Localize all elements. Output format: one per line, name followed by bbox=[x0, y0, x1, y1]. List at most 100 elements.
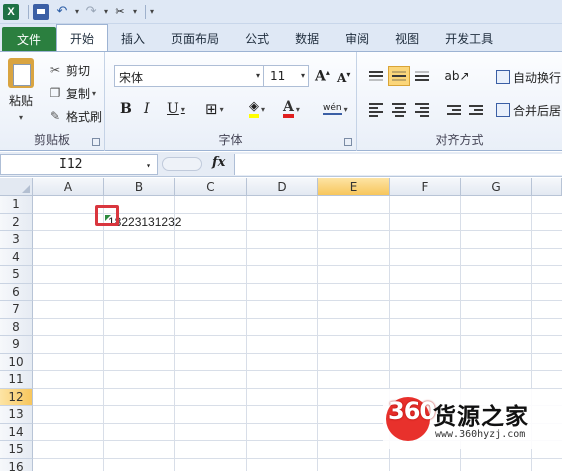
dialog-launcher-icon[interactable] bbox=[92, 138, 100, 146]
chevron-down-icon[interactable]: ▾ bbox=[92, 89, 96, 98]
chevron-down-icon[interactable]: ▾ bbox=[256, 71, 260, 80]
gridline bbox=[33, 247, 562, 249]
row-header-16[interactable]: 16 bbox=[0, 458, 33, 471]
borders-button[interactable]: ⊞ ▾ bbox=[205, 99, 224, 119]
align-top-button[interactable] bbox=[365, 66, 387, 86]
customize-icon[interactable]: ▾ bbox=[150, 7, 154, 16]
gridline bbox=[33, 457, 562, 459]
italic-button[interactable]: I bbox=[144, 99, 150, 119]
quick-access-toolbar: X ↶ ▾ ↷ ▾ ✂ ▾ ▾ bbox=[0, 0, 562, 24]
insert-function-icon[interactable]: fx bbox=[212, 155, 225, 170]
merge-center-button[interactable]: 合并后居 bbox=[496, 100, 561, 120]
tab-developer[interactable]: 开发工具 bbox=[432, 26, 506, 51]
copy-button[interactable]: ❐ 复制 ▾ bbox=[48, 83, 96, 103]
phonetic-button[interactable]: wén ▾ bbox=[323, 99, 348, 119]
watermark-name: 货源之家 bbox=[433, 404, 529, 430]
chevron-down-icon[interactable]: ▾ bbox=[146, 161, 151, 170]
alignment-group: ab↗ 自动换行 合并后居 对齐方式 bbox=[357, 52, 562, 151]
fill-color-button[interactable]: ◈ ▾ bbox=[249, 99, 265, 119]
wrap-text-button[interactable]: 自动换行 bbox=[496, 67, 561, 87]
undo-dropdown-icon[interactable]: ▾ bbox=[75, 7, 79, 16]
name-box[interactable]: I12 ▾ bbox=[0, 154, 158, 175]
tab-data[interactable]: 数据 bbox=[282, 26, 332, 51]
chevron-down-icon[interactable]: ▾ bbox=[220, 105, 224, 114]
increase-indent-button[interactable] bbox=[465, 100, 487, 120]
row-header-11[interactable]: 11 bbox=[0, 371, 33, 389]
row-header-14[interactable]: 14 bbox=[0, 423, 33, 441]
tab-page-layout[interactable]: 页面布局 bbox=[158, 26, 232, 51]
row-header-7[interactable]: 7 bbox=[0, 301, 33, 319]
row-header-6[interactable]: 6 bbox=[0, 283, 33, 301]
align-bottom-button[interactable] bbox=[411, 66, 433, 86]
select-all-corner[interactable] bbox=[0, 178, 33, 196]
row-header-8[interactable]: 8 bbox=[0, 318, 33, 336]
cut-button[interactable]: ✂ 剪切 bbox=[48, 60, 90, 80]
align-right-button[interactable] bbox=[411, 100, 433, 120]
decrease-font-size-button[interactable]: A▾ bbox=[337, 69, 350, 85]
format-painter-button[interactable]: ✎ 格式刷 bbox=[48, 106, 102, 126]
paintbrush-icon: ✎ bbox=[49, 109, 61, 123]
row-header-15[interactable]: 15 bbox=[0, 441, 33, 459]
bold-button[interactable]: B bbox=[120, 99, 132, 119]
save-icon[interactable] bbox=[33, 3, 49, 20]
redo-icon[interactable]: ↷ bbox=[83, 4, 99, 20]
align-middle-button[interactable] bbox=[388, 66, 410, 86]
watermark-logo-text: 360 bbox=[388, 397, 436, 425]
column-header-partial[interactable] bbox=[532, 178, 562, 196]
row-header-12[interactable]: 12 bbox=[0, 388, 33, 406]
column-header-d[interactable]: D bbox=[247, 178, 318, 196]
font-size-select[interactable]: 11 ▾ bbox=[263, 65, 309, 87]
formula-bar-splitter[interactable] bbox=[162, 157, 202, 171]
tab-file[interactable]: 文件 bbox=[2, 27, 57, 51]
font-color-button[interactable]: A ▾ bbox=[283, 99, 300, 119]
tab-review[interactable]: 审阅 bbox=[332, 26, 382, 51]
tools-dropdown-icon[interactable]: ▾ bbox=[133, 7, 137, 16]
increase-font-size-button[interactable]: A▴ bbox=[315, 67, 330, 85]
font-name-select[interactable]: 宋体 ▾ bbox=[114, 65, 264, 87]
row-header-5[interactable]: 5 bbox=[0, 266, 33, 284]
row-header-13[interactable]: 13 bbox=[0, 406, 33, 424]
tab-insert[interactable]: 插入 bbox=[108, 26, 158, 51]
orientation-button[interactable]: ab↗ bbox=[443, 66, 471, 86]
paste-button[interactable]: 粘贴 ▾ bbox=[6, 58, 36, 128]
alignment-group-label: 对齐方式 bbox=[435, 133, 484, 147]
tab-view[interactable]: 视图 bbox=[382, 26, 432, 51]
tab-home[interactable]: 开始 bbox=[56, 24, 109, 51]
formula-input[interactable] bbox=[234, 154, 562, 175]
row-header-4[interactable]: 4 bbox=[0, 248, 33, 266]
chevron-down-icon[interactable]: ▾ bbox=[301, 71, 305, 80]
grow-font-icon: A bbox=[315, 68, 326, 85]
column-header-b[interactable]: B bbox=[104, 178, 175, 196]
cut-label: 剪切 bbox=[66, 63, 91, 78]
chevron-down-icon[interactable]: ▾ bbox=[19, 113, 23, 122]
column-header-g[interactable]: G bbox=[461, 178, 532, 196]
gridline bbox=[33, 317, 562, 319]
tab-formulas[interactable]: 公式 bbox=[232, 26, 282, 51]
column-header-a[interactable]: A bbox=[33, 178, 104, 196]
dialog-launcher-icon[interactable] bbox=[344, 138, 352, 146]
align-center-button[interactable] bbox=[388, 100, 410, 120]
undo-icon[interactable]: ↶ bbox=[54, 4, 70, 20]
chevron-down-icon[interactable]: ▾ bbox=[296, 105, 300, 114]
row-header-3[interactable]: 3 bbox=[0, 231, 33, 249]
column-header-c[interactable]: C bbox=[175, 178, 247, 196]
row-header-9[interactable]: 9 bbox=[0, 336, 33, 354]
excel-icon[interactable]: X bbox=[3, 3, 19, 20]
chevron-down-icon[interactable]: ▾ bbox=[261, 105, 265, 114]
format-painter-label: 格式刷 bbox=[66, 109, 103, 124]
font-color-icon: A bbox=[283, 100, 294, 118]
column-header-f[interactable]: F bbox=[390, 178, 461, 196]
row-header-2[interactable]: 2 bbox=[0, 213, 33, 231]
clipboard-group-label: 剪贴板 bbox=[33, 133, 70, 147]
align-left-button[interactable] bbox=[365, 100, 387, 120]
row-header-10[interactable]: 10 bbox=[0, 353, 33, 371]
chevron-down-icon[interactable]: ▾ bbox=[181, 105, 185, 114]
underline-button[interactable]: U ▾ bbox=[167, 99, 185, 119]
row-header-1[interactable]: 1 bbox=[0, 196, 33, 214]
chevron-down-icon[interactable]: ▾ bbox=[344, 105, 348, 114]
column-header-e[interactable]: E bbox=[318, 178, 390, 196]
decrease-indent-button[interactable] bbox=[443, 100, 465, 120]
highlight-box bbox=[95, 205, 119, 226]
tools-icon[interactable]: ✂ bbox=[112, 4, 128, 20]
redo-dropdown-icon[interactable]: ▾ bbox=[104, 7, 108, 16]
